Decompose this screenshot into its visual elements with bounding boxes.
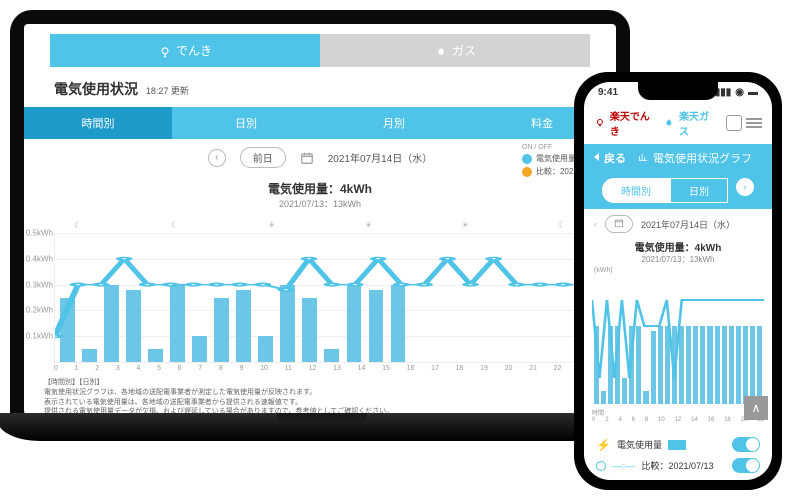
phone-period-pills: 時間別 日別 › [584,172,772,209]
page-title: 電気使用状況 18:27 更新 [24,75,616,107]
pill-daily[interactable]: 日別 [670,178,728,203]
usage-swatch [668,440,686,450]
phone-nav-bar: 戻る 電気使用状況グラフ [584,144,772,172]
calendar-button[interactable] [605,215,633,233]
usage-toggle[interactable] [732,437,760,452]
phone-date-bar: ‹ 2021年07月14日（水） [584,209,772,239]
tab-electricity-label: でんき [176,44,212,58]
legend-usage-label: 電気使用量 [536,153,576,164]
phone-date-label: 2021年07月14日（水） [641,218,735,231]
phone-chart-title: 電気使用量：4kWh [584,239,772,254]
compare-dot-icon [522,167,532,177]
x-axis: 01234567891011121314151617181920212223 [54,365,586,372]
sun-icon: ☀ [364,220,372,231]
subtab-daily[interactable]: 日別 [172,107,320,139]
chart-subtitle: 2021/07/13：13kWh [24,197,616,214]
calendar-icon[interactable] [300,151,314,165]
notes-line: 電気使用状況グラフは、各地域の送配電事業者が測定した電気使用量が反映されます。 [44,388,596,398]
notes-heading: 【時間別】【日別】 [44,378,596,388]
laptop-base [0,413,646,441]
menu-icon[interactable] [746,118,762,128]
usage-dot-icon [522,154,532,164]
notes-section: 【時間別】【日別】 電気使用状況グラフは、各地域の送配電事業者が測定した電気使用… [24,372,616,415]
date-label: 2021年07月14日（水） [328,150,433,165]
sun-icon: ☀ [461,220,469,231]
phone-header: 楽天でんき 楽天ガス [584,98,772,144]
prev-day-button[interactable]: 前日 [240,147,286,168]
usage-chart: 0.5kWh0.4kWh0.3kWh0.2kWh0.1kWh [54,233,586,363]
phone-legend: ⚡電気使用量 —○—比較：2021/07/13 [584,423,772,480]
bolt-icon: ⚡ [596,438,611,452]
moon-icon: ☾ [558,220,566,231]
flame-icon [663,117,675,129]
subtab-hourly[interactable]: 時間別 [24,107,172,139]
phone-notch [638,82,718,100]
updated-text: 18:27 更新 [146,86,189,96]
chevron-right-icon[interactable]: › [736,178,754,196]
flame-icon [434,45,448,59]
laptop-frame: でんき ガス 電気使用状況 18:27 更新 時間別 日別 月別 料金 ‹ 前日… [10,10,630,415]
moon-icon: ☾ [74,220,82,231]
brand-electricity: 楽天でんき [610,108,659,138]
status-time: 9:41 [598,87,618,98]
moon-icon: ☾ [171,220,179,231]
compare-toggle[interactable] [732,458,760,473]
service-tabs: でんき ガス [50,34,590,67]
desktop-screen: でんき ガス 電気使用状況 18:27 更新 時間別 日別 月別 料金 ‹ 前日… [24,24,616,415]
battery-icon: ▬ [748,87,758,98]
notes-line: 表示されている電気使用量は、各地域の送配電事業者から提供される速報値です。 [44,398,596,408]
tab-electricity[interactable]: でんき [50,34,320,67]
subtab-monthly[interactable]: 月別 [320,107,468,139]
phone-nav-title-text: 電気使用状況グラフ [653,153,752,165]
chart-title: 電気使用量：4kWh [24,176,616,197]
brand-gas: 楽天ガス [679,108,718,138]
tab-gas[interactable]: ガス [320,34,590,67]
calendar-icon [614,218,624,228]
period-tabs: 時間別 日別 月別 料金 [24,107,616,139]
phone-screen: 9:41 ▮▮▮▮ ◉ ▬ 楽天でんき 楽天ガス 戻る 電気使用状況グラフ 時 [584,82,772,480]
chevron-left-icon[interactable]: ‹ [208,149,226,167]
phone-frame: 9:41 ▮▮▮▮ ◉ ▬ 楽天でんき 楽天ガス 戻る 電気使用状況グラフ 時 [574,72,782,490]
phone-usage-chart [592,274,764,404]
bulb-icon [158,45,172,59]
wifi-icon: ◉ [735,87,744,98]
back-button[interactable]: 戻る [592,150,626,166]
sun-icon: ☀ [268,220,276,231]
scroll-top-button[interactable]: ∧ [744,396,768,420]
tab-gas-label: ガス [452,44,476,58]
chart-icon [638,152,648,162]
compare-marker-icon [596,461,606,471]
pill-hourly[interactable]: 時間別 [602,178,670,203]
time-of-day-strip: ☾ ☾ ☀ ☀ ☀ ☾ [24,214,616,233]
bulb-icon [594,117,606,129]
title-text: 電気使用状況 [54,81,138,97]
back-label: 戻る [604,153,626,165]
phone-chart-subtitle: 2021/07/13：13kWh [584,254,772,265]
phone-legend-usage: 電気使用量 [617,438,662,451]
phone-legend-compare: 比較：2021/07/13 [641,459,713,472]
chevron-left-icon[interactable]: ‹ [594,219,597,229]
home-icon[interactable] [726,115,742,131]
phone-y-unit: (kWh) [584,267,772,274]
phone-nav-title: 電気使用状況グラフ [626,150,764,166]
